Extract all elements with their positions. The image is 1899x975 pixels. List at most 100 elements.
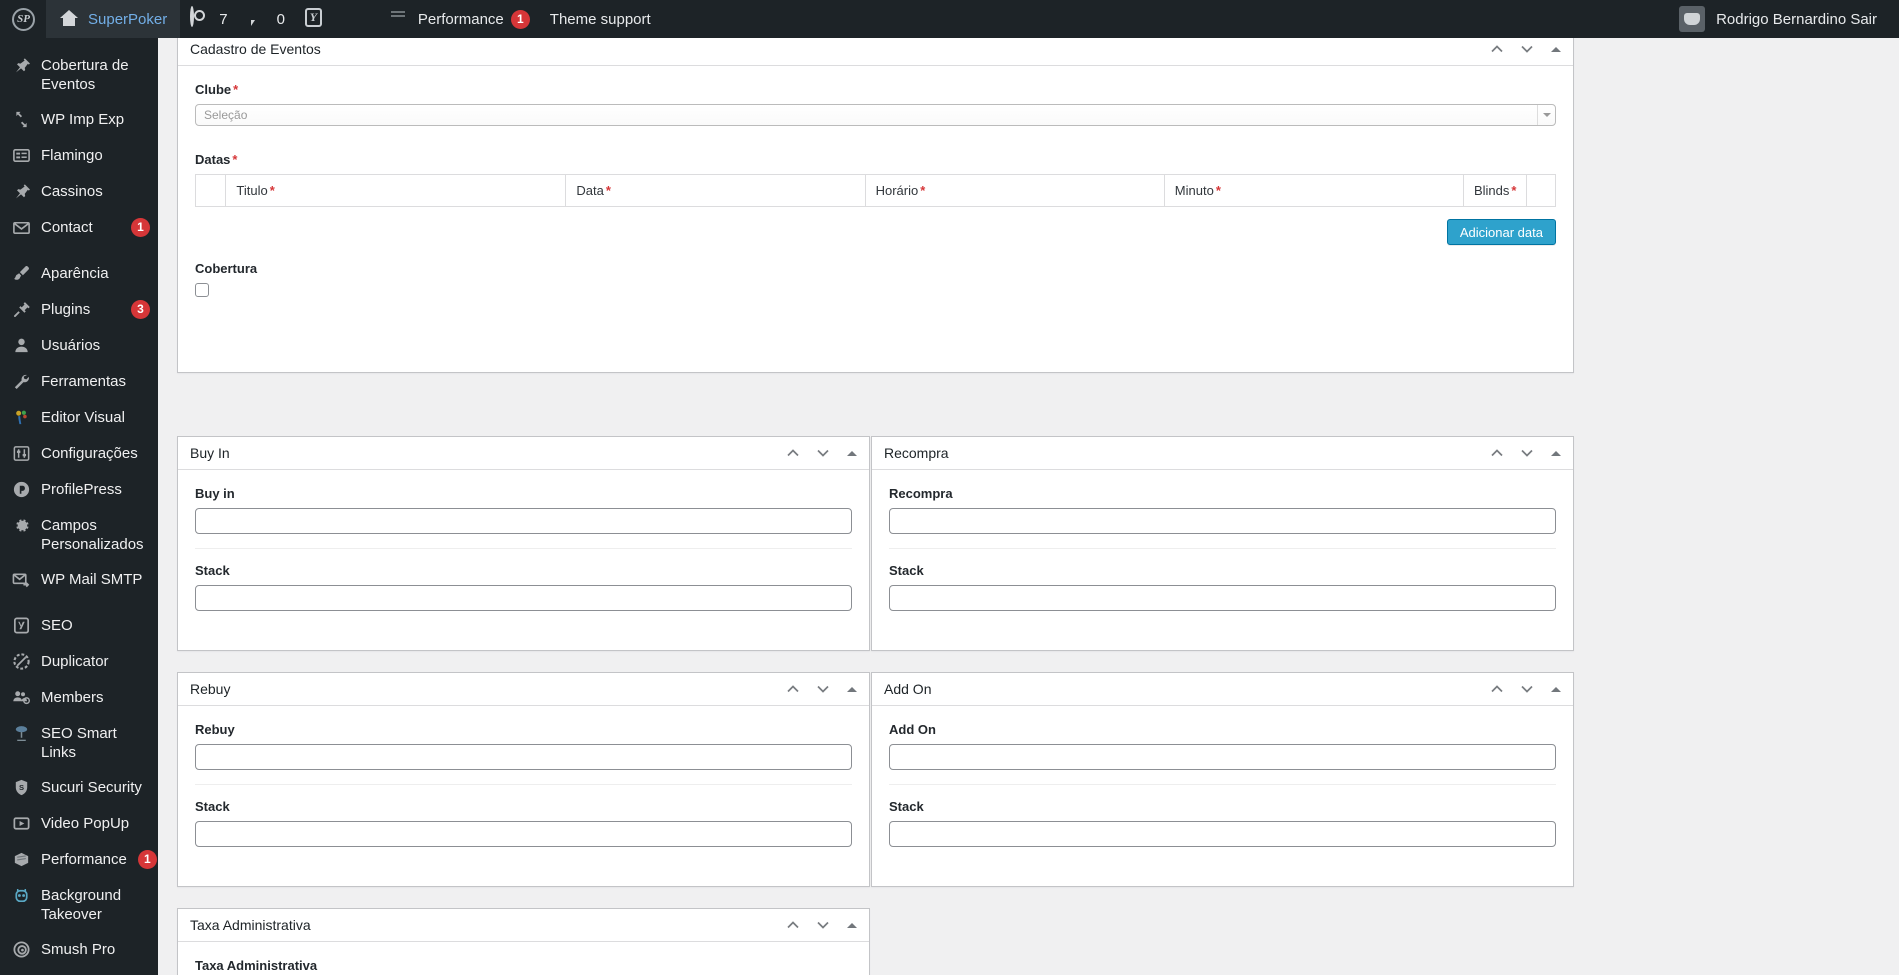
yoast-seo-icon — [11, 615, 32, 636]
sidebar-item-amp[interactable]: AMP — [0, 968, 158, 975]
move-down-icon[interactable] — [815, 681, 831, 697]
add-on-stack-input[interactable] — [889, 821, 1556, 847]
updates-icon — [190, 6, 212, 30]
theme-support-menu[interactable]: Theme support — [540, 0, 661, 38]
sidebar-item-sucuri-security[interactable]: S Sucuri Security — [0, 770, 158, 806]
sidebar-item-label: SEO — [41, 617, 73, 634]
sidebar-item-label: Sucuri Security — [41, 779, 142, 796]
robot-icon — [11, 885, 32, 906]
toggle-panel-icon[interactable] — [847, 922, 857, 928]
sidebar-item-label: Duplicator — [41, 653, 109, 670]
sidebar-item-configura-es[interactable]: Configurações — [0, 436, 158, 472]
toggle-panel-icon[interactable] — [1551, 450, 1561, 456]
sidebar-item-cobertura-de-eventos[interactable]: Cobertura de Eventos — [0, 48, 158, 102]
panel-controls-add-on — [1489, 681, 1561, 697]
superpoker-logo-button[interactable]: SP — [0, 0, 46, 38]
sidebar-item-profilepress[interactable]: ProfilePress — [0, 472, 158, 508]
panel-taxa-administrativa: Taxa Administrativa Taxa Administrativa — [177, 908, 870, 975]
toggle-panel-icon[interactable] — [1551, 46, 1561, 52]
sidebar-item-flamingo[interactable]: Flamingo — [0, 138, 158, 174]
toggle-panel-icon[interactable] — [847, 686, 857, 692]
move-down-icon[interactable] — [1519, 41, 1535, 57]
sidebar-item-cassinos[interactable]: Cassinos — [0, 174, 158, 210]
yoast-seo-icon: Y — [304, 8, 327, 30]
buy-in-stack-input[interactable] — [195, 585, 852, 611]
sidebar-item-campos-personalizados[interactable]: Campos Personalizados — [0, 508, 158, 562]
pin-icon — [11, 181, 32, 202]
sidebar-item-badge: 3 — [131, 300, 150, 319]
sidebar-item-seo-smart-links[interactable]: SEO Smart Links — [0, 716, 158, 770]
sidebar-item-performance[interactable]: Performance 1 — [0, 842, 158, 878]
add-on-input[interactable] — [889, 744, 1556, 770]
move-up-icon[interactable] — [1489, 445, 1505, 461]
rebuy-input[interactable] — [195, 744, 852, 770]
wrench-icon — [11, 371, 32, 392]
taxa-field-label: Taxa Administrativa — [195, 958, 318, 973]
sidebar-item-editor-visual[interactable]: Editor Visual — [0, 400, 158, 436]
move-down-icon[interactable] — [1519, 445, 1535, 461]
move-up-icon[interactable] — [785, 445, 801, 461]
panel-body-rebuy: Rebuy Stack — [178, 706, 869, 863]
my-account-menu[interactable]: Rodrigo Bernardino Sair — [1669, 0, 1899, 38]
sphere-menu[interactable] — [337, 0, 379, 38]
toggle-panel-icon[interactable] — [847, 450, 857, 456]
rebuy-stack-input[interactable] — [195, 821, 852, 847]
recompra-stack-label: Stack — [889, 563, 924, 578]
sidebar-item-label: Aparência — [41, 265, 109, 282]
move-down-icon[interactable] — [1519, 681, 1535, 697]
performance-menu[interactable]: Performance 1 — [379, 0, 540, 38]
sidebar-item-label: Video PopUp — [41, 815, 130, 832]
panel-controls-buy-in — [785, 445, 857, 461]
buy-in-input[interactable] — [195, 508, 852, 534]
yoast-seo-menu[interactable]: Y — [295, 0, 337, 38]
adicionar-data-button[interactable]: Adicionar data — [1446, 219, 1556, 245]
comments-menu[interactable]: 0 — [238, 0, 295, 38]
datas-column-required-mark: * — [1215, 183, 1221, 198]
sidebar-item-smush-pro[interactable]: Smush Pro — [0, 932, 158, 968]
sidebar-item-seo[interactable]: SEO — [0, 608, 158, 644]
panel-recompra: Recompra Recompra Stack — [871, 436, 1574, 651]
recompra-stack-input[interactable] — [889, 585, 1556, 611]
sidebar-item-usu-rios[interactable]: Usuários — [0, 328, 158, 364]
move-up-icon[interactable] — [785, 681, 801, 697]
recompra-input[interactable] — [889, 508, 1556, 534]
sidebar-item-contact[interactable]: Contact 1 — [0, 210, 158, 246]
sidebar-item-ferramentas[interactable]: Ferramentas — [0, 364, 158, 400]
video-play-icon — [11, 813, 32, 834]
move-down-icon[interactable] — [815, 917, 831, 933]
chevron-down-icon[interactable] — [1537, 105, 1555, 125]
panel-controls-rebuy — [785, 681, 857, 697]
move-down-icon[interactable] — [815, 445, 831, 461]
move-up-icon[interactable] — [1489, 41, 1505, 57]
theme-support-label: Theme support — [549, 10, 651, 28]
updates-menu[interactable]: 7 — [180, 0, 237, 38]
add-on-field-label: Add On — [889, 722, 936, 737]
field-divider — [889, 548, 1556, 549]
move-up-icon[interactable] — [1489, 681, 1505, 697]
shield-icon: S — [11, 777, 32, 798]
sidebar-item-label: Members — [41, 689, 104, 706]
members-icon — [11, 687, 32, 708]
smush-icon — [11, 939, 32, 960]
site-name-menu[interactable]: SuperPoker — [46, 0, 181, 38]
sidebar-item-plugins[interactable]: Plugins 3 — [0, 292, 158, 328]
sidebar-item-video-popup[interactable]: Video PopUp — [0, 806, 158, 842]
clube-select[interactable]: Seleção — [195, 104, 1556, 126]
panel-title-cadastro: Cadastro de Eventos — [190, 41, 321, 57]
sidebar-item-apar-ncia[interactable]: Aparência — [0, 256, 158, 292]
move-up-icon[interactable] — [785, 917, 801, 933]
sidebar-item-background-takeover[interactable]: Background Takeover — [0, 878, 158, 932]
sidebar-item-wp-mail-smtp[interactable]: WP Mail SMTP — [0, 562, 158, 598]
panel-body-recompra: Recompra Stack — [872, 470, 1573, 627]
sidebar-separator — [0, 598, 158, 608]
sidebar-item-duplicator[interactable]: Duplicator — [0, 644, 158, 680]
sidebar-item-wp-imp-exp[interactable]: WP Imp Exp — [0, 102, 158, 138]
cobertura-checkbox[interactable] — [195, 283, 209, 297]
panel-rebuy: Rebuy Rebuy Stack — [177, 672, 870, 887]
sidebar-item-badge: 1 — [137, 850, 157, 869]
user-avatar-icon — [1679, 6, 1706, 32]
datas-label: Datas * — [195, 152, 1556, 167]
admin-bar-spacer — [661, 0, 1669, 38]
toggle-panel-icon[interactable] — [1551, 686, 1561, 692]
sidebar-item-members[interactable]: Members — [0, 680, 158, 716]
